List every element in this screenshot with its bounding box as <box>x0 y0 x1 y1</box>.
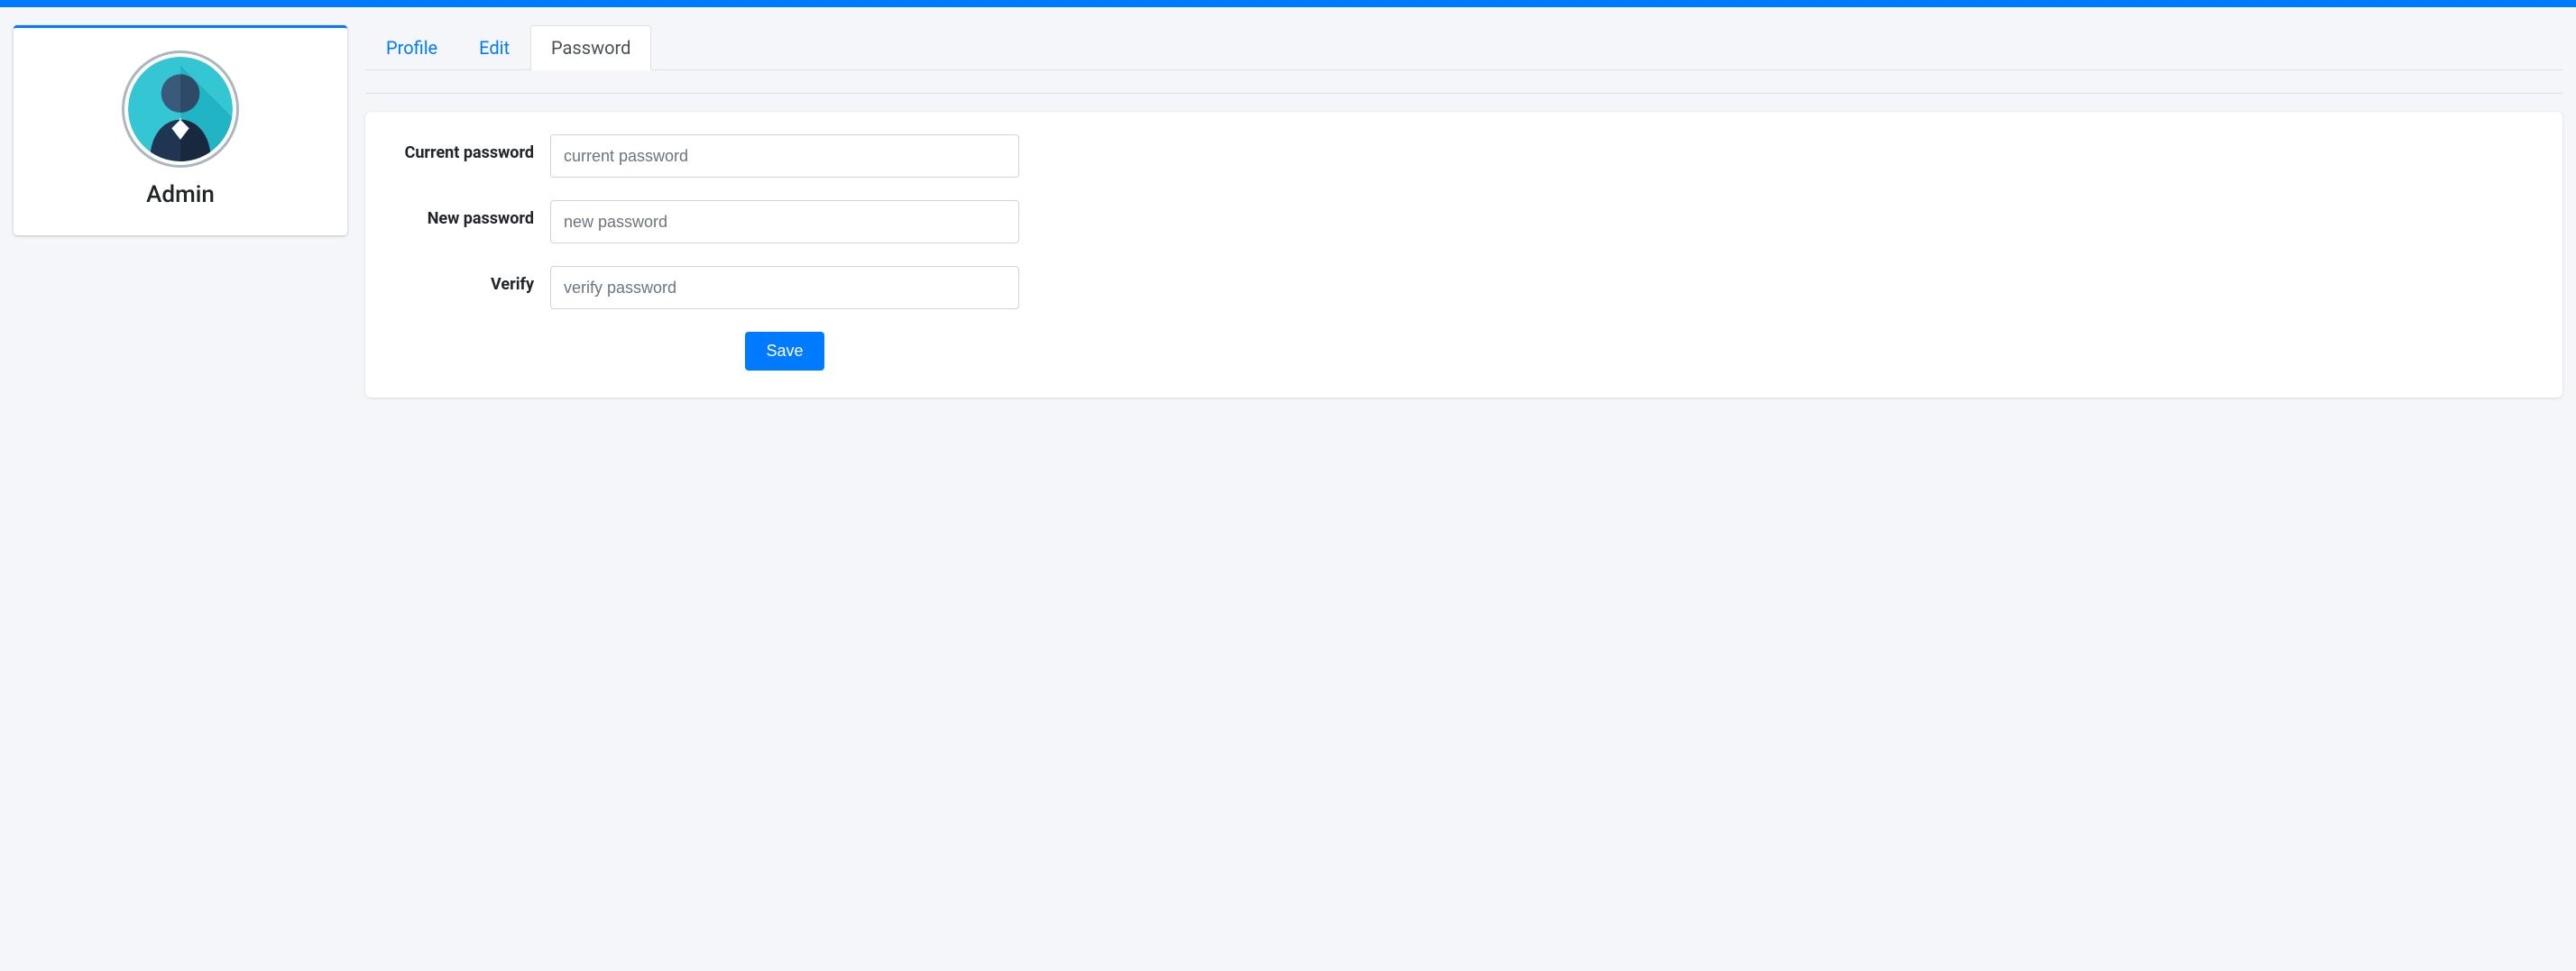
new-password-field[interactable] <box>550 200 1019 243</box>
form-row-current: Current password <box>388 134 2540 178</box>
divider <box>365 93 2562 94</box>
current-password-field[interactable] <box>550 134 1019 178</box>
tab-profile[interactable]: Profile <box>365 25 458 70</box>
verify-password-field[interactable] <box>550 266 1019 309</box>
current-password-label: Current password <box>388 134 550 164</box>
form-row-verify: Verify <box>388 266 2540 309</box>
new-password-label: New password <box>388 200 550 230</box>
main-content: Profile Edit Password Current password N… <box>365 25 2562 398</box>
profile-card: Admin <box>14 25 347 235</box>
avatar <box>122 50 239 168</box>
avatar-icon <box>128 57 233 161</box>
verify-password-label: Verify <box>388 266 550 296</box>
form-button-row: Save <box>388 332 2540 371</box>
tab-password[interactable]: Password <box>530 25 651 70</box>
tab-edit[interactable]: Edit <box>458 25 530 70</box>
profile-username: Admin <box>32 181 329 208</box>
page-container: Admin Profile Edit Password Current pass… <box>0 7 2576 416</box>
password-form-card: Current password New password Verify <box>365 112 2562 398</box>
topbar-accent <box>0 0 2576 7</box>
tabs-nav: Profile Edit Password <box>365 25 2562 70</box>
save-button[interactable]: Save <box>745 332 823 371</box>
form-row-new: New password <box>388 200 2540 243</box>
